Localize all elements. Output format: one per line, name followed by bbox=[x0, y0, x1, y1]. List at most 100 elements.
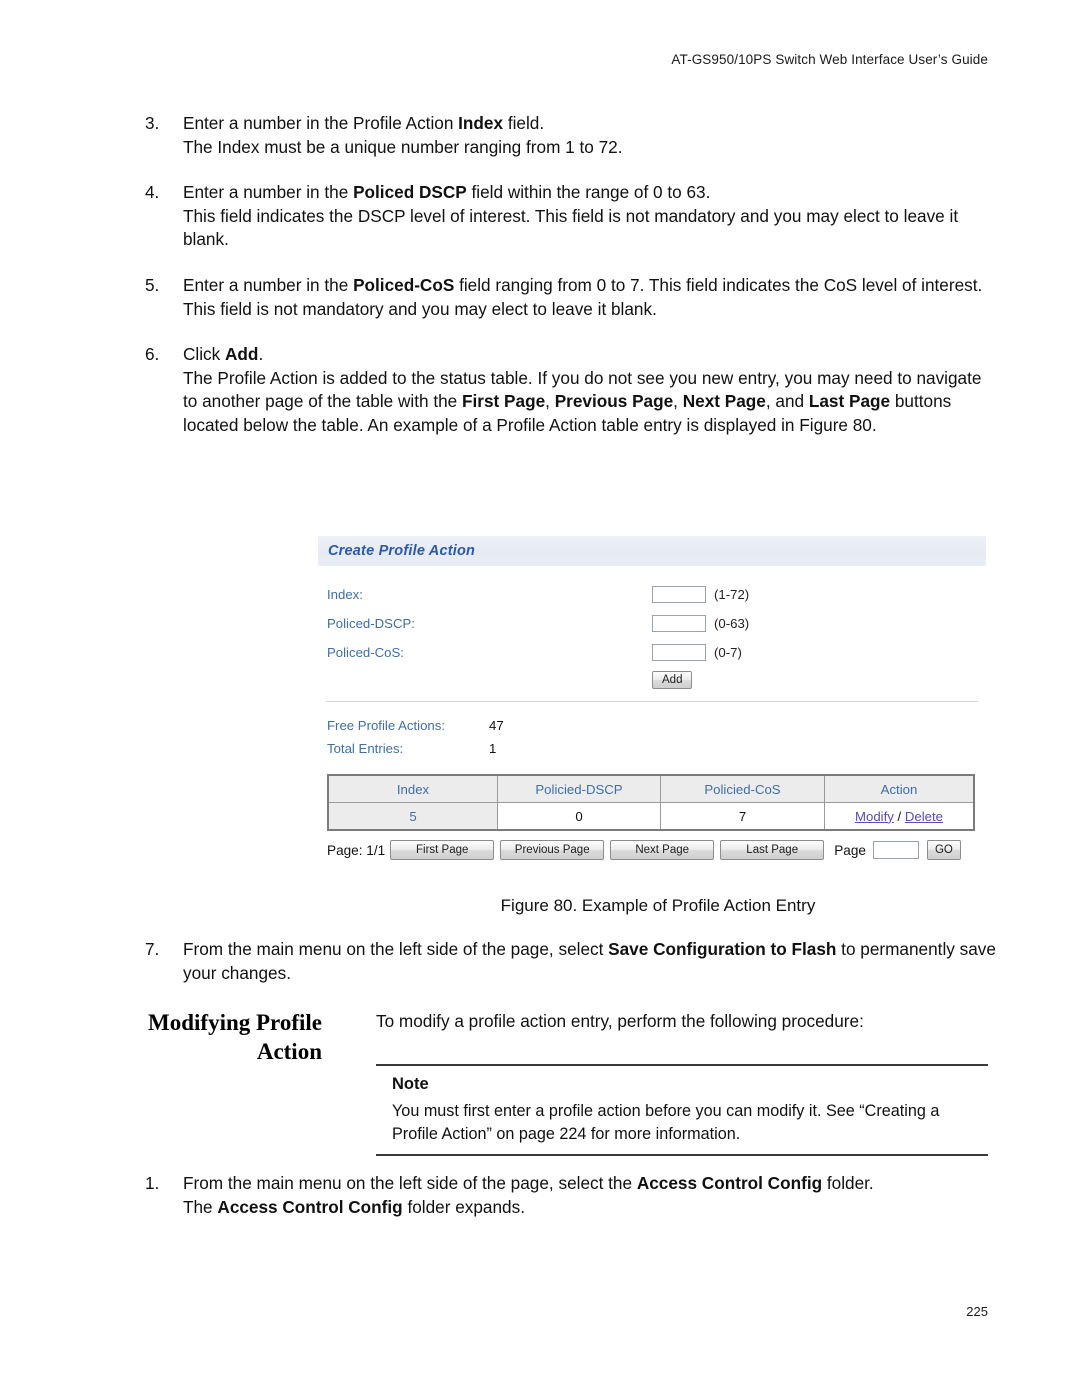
section-heading-line-2: Action bbox=[256, 1039, 322, 1064]
panel-title: Create Profile Action bbox=[328, 543, 476, 559]
step-final-text-a: From the main menu on the left side of t… bbox=[183, 1173, 637, 1193]
step-5-bold-policed-cos: Policed-CoS bbox=[353, 274, 455, 295]
section-heading-line-1: Modifying Profile bbox=[148, 1010, 322, 1035]
page-word-label: Page bbox=[834, 842, 866, 858]
page-number-input[interactable] bbox=[872, 841, 919, 859]
procedure-step-7-wrapper: 7. From the main menu on the left side o… bbox=[128, 938, 996, 1007]
step-3-line-1: Enter a number in the Profile Action Ind… bbox=[183, 112, 996, 136]
delete-link[interactable]: Delete bbox=[905, 809, 943, 824]
last-page-button[interactable]: Last Page bbox=[720, 840, 825, 860]
step-6-body-4: , and bbox=[765, 391, 809, 412]
stat-free-profile-actions: Free Profile Actions: 47 bbox=[318, 714, 986, 737]
step-final-line-1: From the main menu on the left side of t… bbox=[183, 1172, 996, 1196]
step-item-6: 6. Click Add. The Profile Action is adde… bbox=[128, 343, 996, 437]
index-range-hint: (1-72) bbox=[714, 587, 750, 602]
procedure-step-final-wrapper: 1. From the main menu on the left side o… bbox=[128, 1172, 996, 1241]
step-final-text-d: The bbox=[183, 1196, 218, 1217]
step-7-text-a: From the main menu on the left side of t… bbox=[183, 939, 609, 959]
free-profile-actions-label: Free Profile Actions: bbox=[327, 718, 446, 733]
step-number: 7. bbox=[145, 939, 160, 959]
note-box: Note You must first enter a profile acti… bbox=[376, 1064, 988, 1156]
step-6-bold-last-page: Last Page bbox=[808, 391, 891, 412]
table-header-row: Index Policied-DSCP Policied-CoS Action bbox=[327, 774, 975, 803]
step-3-line-2: The Index must be a unique number rangin… bbox=[183, 136, 623, 157]
note-content: Note You must first enter a profile acti… bbox=[376, 1066, 988, 1154]
step-6-body-3: , bbox=[673, 391, 683, 412]
column-header-policied-dscp[interactable]: Policied-DSCP bbox=[497, 774, 661, 803]
figure-caption: Figure 80. Example of Profile Action Ent… bbox=[500, 896, 816, 915]
column-header-index[interactable]: Index bbox=[327, 774, 498, 803]
cell-index: 5 bbox=[327, 802, 498, 831]
table-head: Index Policied-DSCP Policied-CoS Action bbox=[327, 774, 975, 803]
index-label: Index: bbox=[327, 587, 363, 602]
running-header: AT-GS950/10PS Switch Web Interface User’… bbox=[671, 52, 988, 67]
page-number: 225 bbox=[966, 1304, 988, 1319]
step-4-line-2: This field indicates the DSCP level of i… bbox=[183, 205, 959, 250]
add-button[interactable]: Add bbox=[652, 671, 693, 689]
step-4-bold-policed-dscp: Policed DSCP bbox=[353, 182, 467, 203]
panel-titlebar: Create Profile Action bbox=[318, 536, 986, 566]
policed-cos-input[interactable] bbox=[652, 644, 706, 661]
step-final-bold-access-control-2: Access Control Config bbox=[217, 1196, 403, 1217]
create-profile-action-form: Index: (1-72) Policed-DSCP: (0-63) Polic… bbox=[318, 566, 986, 689]
index-input[interactable] bbox=[652, 586, 706, 603]
ordered-list-step-final: 1. From the main menu on the left side o… bbox=[128, 1172, 996, 1219]
step-6-body-2: , bbox=[545, 391, 555, 412]
go-button[interactable]: GO bbox=[926, 840, 961, 860]
step-6-body: The Profile Action is added to the statu… bbox=[183, 367, 996, 438]
step-3-text-c: field. bbox=[503, 113, 545, 133]
step-6-bold-next-page: Next Page bbox=[682, 391, 766, 412]
table-row: 5 0 7 Modify / Delete bbox=[327, 802, 975, 831]
cell-action: Modify / Delete bbox=[824, 802, 975, 831]
step-5-text: Enter a number in the Policed-CoS field … bbox=[183, 274, 996, 321]
action-separator: / bbox=[893, 808, 905, 824]
note-text: You must first enter a profile action be… bbox=[392, 1102, 940, 1143]
column-header-policied-cos[interactable]: Policied-CoS bbox=[660, 774, 825, 803]
form-row-index: Index: (1-72) bbox=[318, 580, 986, 609]
step-number: 4. bbox=[145, 182, 160, 203]
page-status-label: Page: 1/1 bbox=[327, 842, 386, 858]
table-body: 5 0 7 Modify / Delete bbox=[327, 802, 975, 831]
next-page-button[interactable]: Next Page bbox=[610, 840, 715, 860]
first-page-button[interactable]: First Page bbox=[390, 840, 495, 860]
step-3-text-a: Enter a number in the Profile Action bbox=[183, 113, 459, 133]
step-number: 6. bbox=[145, 344, 160, 365]
step-item-4: 4. Enter a number in the Policed DSCP fi… bbox=[128, 181, 996, 252]
stat-total-entries: Total Entries: 1 bbox=[318, 737, 986, 760]
step-7-text: From the main menu on the left side of t… bbox=[183, 938, 996, 985]
create-profile-action-panel: Create Profile Action Index: (1-72) Poli… bbox=[318, 536, 986, 860]
column-header-action[interactable]: Action bbox=[824, 774, 975, 803]
add-button-row: Add bbox=[318, 671, 986, 689]
step-6-click-text: Click bbox=[183, 344, 226, 365]
step-number: 3. bbox=[145, 113, 160, 133]
step-4-text-a: Enter a number in the bbox=[183, 182, 354, 203]
step-4-text-c: field within the range of 0 to 63. bbox=[466, 182, 711, 203]
ordered-list-step7: 7. From the main menu on the left side o… bbox=[128, 938, 996, 985]
form-row-policed-cos: Policed-CoS: (0-7) bbox=[318, 638, 986, 667]
step-7-bold-save-config: Save Configuration to Flash bbox=[608, 939, 837, 959]
step-6-bold-previous-page: Previous Page bbox=[554, 391, 674, 412]
free-profile-actions-value: 47 bbox=[489, 718, 504, 733]
panel-divider bbox=[326, 701, 978, 702]
step-item-5: 5. Enter a number in the Policed-CoS fie… bbox=[128, 274, 996, 321]
total-entries-value: 1 bbox=[489, 741, 497, 756]
step-item-1-modifying: 1. From the main menu on the left side o… bbox=[128, 1172, 996, 1219]
ordered-list-steps: 3. Enter a number in the Profile Action … bbox=[128, 112, 996, 438]
step-final-text-c: folder. bbox=[822, 1173, 874, 1193]
policed-cos-label: Policed-CoS: bbox=[327, 645, 404, 660]
step-5-text-a: Enter a number in the bbox=[183, 274, 354, 295]
policed-cos-range-hint: (0-7) bbox=[714, 645, 742, 660]
total-entries-label: Total Entries: bbox=[327, 741, 404, 756]
previous-page-button[interactable]: Previous Page bbox=[500, 840, 605, 860]
procedure-steps-top: 3. Enter a number in the Profile Action … bbox=[128, 112, 996, 460]
cell-policied-cos: 7 bbox=[660, 802, 825, 831]
pagination-bar: Page: 1/1 First Page Previous Page Next … bbox=[327, 840, 986, 860]
policed-dscp-range-hint: (0-63) bbox=[714, 616, 750, 631]
step-6-bold-add: Add bbox=[225, 344, 259, 365]
modify-link[interactable]: Modify bbox=[855, 809, 894, 824]
policed-dscp-label: Policed-DSCP: bbox=[327, 616, 415, 631]
form-row-policed-dscp: Policed-DSCP: (0-63) bbox=[318, 609, 986, 638]
policed-dscp-input[interactable] bbox=[652, 615, 706, 632]
step-final-bold-access-control: Access Control Config bbox=[636, 1173, 823, 1193]
note-title: Note bbox=[392, 1075, 429, 1093]
